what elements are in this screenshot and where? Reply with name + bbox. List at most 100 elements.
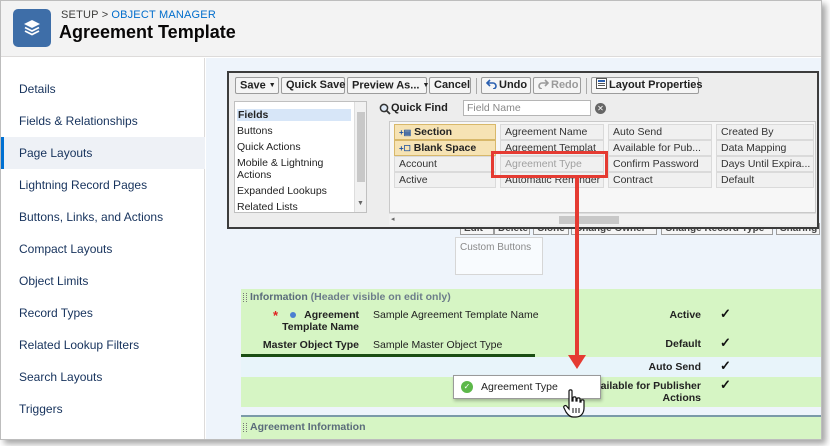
- palette-field-confirm-password[interactable]: Confirm Password: [608, 156, 712, 172]
- layout-palette: Save ▼ Quick Save Preview As... ▼ Cancel U…: [227, 71, 819, 229]
- sidebar-item-compact-layouts[interactable]: Compact Layouts: [1, 233, 205, 265]
- category-mobile-lightning-actions[interactable]: Actions: [237, 169, 271, 181]
- checkmark-icon: ✓: [720, 377, 731, 392]
- category-scrollbar[interactable]: ▼: [354, 102, 366, 212]
- section-label: Section: [414, 126, 453, 138]
- palette-section-item[interactable]: +▤ Section: [394, 124, 496, 140]
- scroll-thumb[interactable]: [357, 112, 365, 182]
- palette-field-data-mapping[interactable]: Data Mapping: [716, 140, 814, 156]
- field-value-master-object-type: Sample Master Object Type: [373, 339, 503, 351]
- sidebar-item-fields-relationships[interactable]: Fields & Relationships: [1, 105, 205, 137]
- sidebar-item-lightning-record-pages[interactable]: Lightning Record Pages: [1, 169, 205, 201]
- cancel-button[interactable]: Cancel: [429, 77, 471, 94]
- category-quick-actions[interactable]: Quick Actions: [237, 141, 301, 153]
- agreement-information-section[interactable]: Agreement Information: [241, 415, 821, 439]
- palette-field-days-until-expiration[interactable]: Days Until Expira...: [716, 156, 814, 172]
- field-label-agreement-template-name[interactable]: Agreement Template Name: [281, 309, 359, 333]
- quick-save-button[interactable]: Quick Save: [281, 77, 345, 94]
- category-buttons[interactable]: Buttons: [237, 125, 273, 137]
- hand-cursor-icon: [563, 389, 585, 418]
- category-related-lists[interactable]: Related Lists: [237, 201, 298, 213]
- check-circle-icon: ✓: [461, 381, 473, 393]
- sidebar-item-details[interactable]: Details: [1, 73, 205, 105]
- palette-field-default[interactable]: Default: [716, 172, 814, 188]
- layout-properties-label: Layout Properties: [609, 79, 703, 91]
- layout-properties-icon: [596, 78, 607, 89]
- layout-properties-button[interactable]: Layout Properties: [591, 77, 703, 94]
- chevron-down-icon[interactable]: ▼: [269, 82, 276, 89]
- scroll-thumb[interactable]: [559, 216, 619, 224]
- sidebar-item-buttons-links-actions[interactable]: Buttons, Links, and Actions: [1, 201, 205, 233]
- field-value-agreement-template-name: Sample Agreement Template Name: [373, 309, 539, 321]
- palette-toolbar: Save ▼ Quick Save Preview As... ▼ Cancel U…: [231, 75, 815, 97]
- quick-find-input[interactable]: Field Name: [463, 100, 591, 116]
- fields-horizontal-scrollbar[interactable]: ◂: [389, 213, 816, 225]
- page-title: Agreement Template: [59, 22, 236, 42]
- palette-field-created-by[interactable]: Created By: [716, 124, 814, 140]
- required-indicator-icon: *: [273, 308, 279, 323]
- palette-field-account[interactable]: Account: [394, 156, 496, 172]
- information-section-title: Information: [250, 291, 308, 303]
- palette-blank-space-item[interactable]: +☐ Blank Space: [394, 140, 496, 156]
- custom-buttons-label: Custom Buttons: [460, 242, 532, 253]
- app-window: SETUP > OBJECT MANAGER Agreement Template …: [0, 0, 822, 440]
- sidebar-item-related-lookup-filters[interactable]: Related Lookup Filters: [1, 329, 205, 361]
- toolbar-divider: [476, 78, 477, 94]
- page-header: SETUP > OBJECT MANAGER Agreement Template: [1, 1, 821, 57]
- redo-label: Redo: [551, 79, 579, 91]
- layers-icon: [13, 9, 51, 47]
- preview-as-button[interactable]: Preview As... ▼: [347, 77, 429, 94]
- redo-icon: [538, 79, 549, 89]
- breadcrumb: SETUP > OBJECT MANAGER: [61, 9, 216, 21]
- preview-as-label: Preview As...: [352, 79, 420, 92]
- scroll-down-icon[interactable]: ▼: [357, 200, 364, 207]
- palette-field-contract[interactable]: Contract: [608, 172, 712, 188]
- drag-handle-icon[interactable]: [243, 423, 247, 432]
- undo-icon: [486, 79, 497, 89]
- palette-field-available-for-publisher[interactable]: Available for Pub...: [608, 140, 712, 156]
- dragged-field-label: Agreement Type: [481, 381, 558, 393]
- section-drag-icon: +▤: [399, 128, 412, 137]
- field-label-default[interactable]: Default: [561, 338, 701, 350]
- sidebar-item-search-layouts[interactable]: Search Layouts: [1, 361, 205, 393]
- search-icon: [379, 103, 391, 115]
- highlight-box: [491, 151, 608, 178]
- save-button[interactable]: Save ▼: [235, 77, 279, 94]
- information-section-note: (Header visible on edit only): [310, 291, 451, 303]
- scroll-left-icon[interactable]: ◂: [391, 215, 395, 223]
- save-button-label: Save: [240, 79, 266, 92]
- redo-button[interactable]: Redo: [533, 77, 581, 94]
- toolbar-divider: [586, 78, 587, 94]
- agreement-information-header[interactable]: Agreement Information: [241, 419, 821, 435]
- breadcrumb-separator: >: [101, 9, 109, 21]
- palette-field-active[interactable]: Active: [394, 172, 496, 188]
- information-section-header[interactable]: Information (Header visible on edit only…: [241, 289, 821, 305]
- category-fields[interactable]: Fields: [237, 109, 351, 121]
- drag-handle-icon[interactable]: [243, 293, 247, 302]
- empty-layout-row: [241, 357, 821, 377]
- sidebar: Details Fields & Relationships Page Layo…: [1, 58, 205, 439]
- field-label-master-object-type[interactable]: Master Object Type: [251, 339, 359, 351]
- checkmark-icon: ✓: [720, 358, 731, 373]
- sidebar-item-triggers[interactable]: Triggers: [1, 393, 205, 425]
- sidebar-item-object-limits[interactable]: Object Limits: [1, 265, 205, 297]
- sidebar-item-page-layouts[interactable]: Page Layouts: [1, 137, 205, 169]
- checkmark-icon: ✓: [720, 335, 731, 350]
- quick-find-label: Quick Find: [391, 102, 448, 114]
- category-mobile-lightning[interactable]: Mobile & Lightning: [237, 157, 323, 169]
- undo-label: Undo: [499, 79, 528, 91]
- sidebar-item-record-types[interactable]: Record Types: [1, 297, 205, 329]
- field-label-active[interactable]: Active: [561, 309, 701, 321]
- category-expanded-lookups[interactable]: Expanded Lookups: [237, 185, 327, 197]
- palette-field-agreement-name[interactable]: Agreement Name: [500, 124, 604, 140]
- palette-field-auto-send[interactable]: Auto Send: [608, 124, 712, 140]
- palette-category-list: Fields Buttons Quick Actions Mobile & Li…: [234, 101, 367, 213]
- agreement-information-title: Agreement Information: [250, 421, 366, 433]
- checkmark-icon: ✓: [720, 306, 731, 321]
- undo-button[interactable]: Undo: [481, 77, 531, 94]
- drag-arrow-head-icon: [568, 355, 586, 369]
- custom-buttons-area: Custom Buttons: [455, 237, 543, 275]
- breadcrumb-object-manager-link[interactable]: OBJECT MANAGER: [111, 9, 216, 21]
- clear-search-icon[interactable]: ✕: [595, 103, 606, 114]
- blank-space-label: Blank Space: [413, 142, 477, 154]
